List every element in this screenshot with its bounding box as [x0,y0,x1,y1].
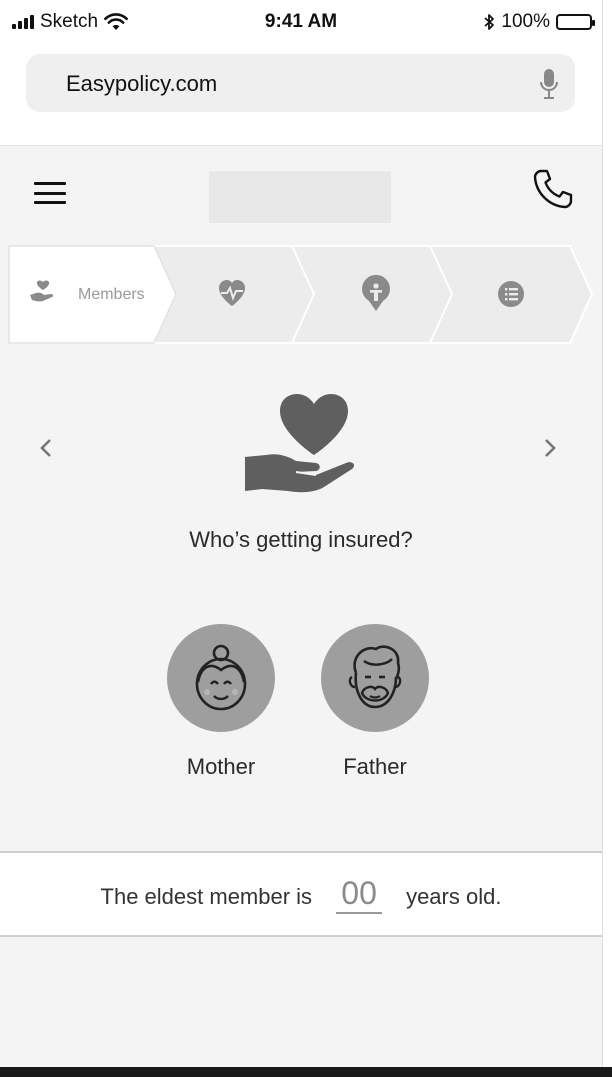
address-bar[interactable]: Easypolicy.com [26,54,575,112]
eldest-age-prefix: The eldest member is [100,884,313,909]
member-label-mother[interactable]: Mother [167,754,275,780]
logo-placeholder [209,171,391,223]
member-option-father[interactable]: Father [321,624,429,780]
member-option-mother[interactable]: Mother [167,624,275,780]
chevron-right-icon[interactable] [540,436,560,460]
right-edge [602,0,612,1077]
member-label-father[interactable]: Father [321,754,429,780]
progress-stepper: Members [8,245,594,344]
phone-icon[interactable] [532,168,574,210]
step-label-members[interactable]: Members [78,286,145,304]
list-icon [498,281,524,307]
mother-avatar-icon [195,644,247,711]
app-frame: Sketch 9:41 AM 100% Easypolicy.com Membe… [0,0,612,1077]
battery-icon [556,14,595,30]
status-right: 100% [483,11,595,33]
hand-heart-hero-icon [245,394,355,493]
hamburger-menu-icon[interactable] [34,182,66,204]
mother-avatar[interactable] [167,624,275,732]
battery-percent: 100% [501,11,550,32]
bluetooth-icon [484,14,495,30]
chevron-left-icon[interactable] [36,436,56,460]
eldest-age-input[interactable]: 00 [336,875,383,914]
eldest-age-suffix: years old. [406,884,502,909]
question-heading: Who’s getting insured? [189,527,413,552]
eldest-age-row: The eldest member is 00 years old. [0,875,602,914]
eldest-age-bar: The eldest member is 00 years old. [0,851,602,937]
father-avatar-icon [348,645,402,709]
father-avatar[interactable] [321,624,429,732]
url-text[interactable]: Easypolicy.com [66,71,217,97]
microphone-icon[interactable] [539,68,559,100]
browser-chrome: Easypolicy.com [0,44,602,146]
app-header [0,146,602,242]
status-bar: Sketch 9:41 AM 100% [0,0,602,44]
bottom-edge [0,1067,612,1077]
